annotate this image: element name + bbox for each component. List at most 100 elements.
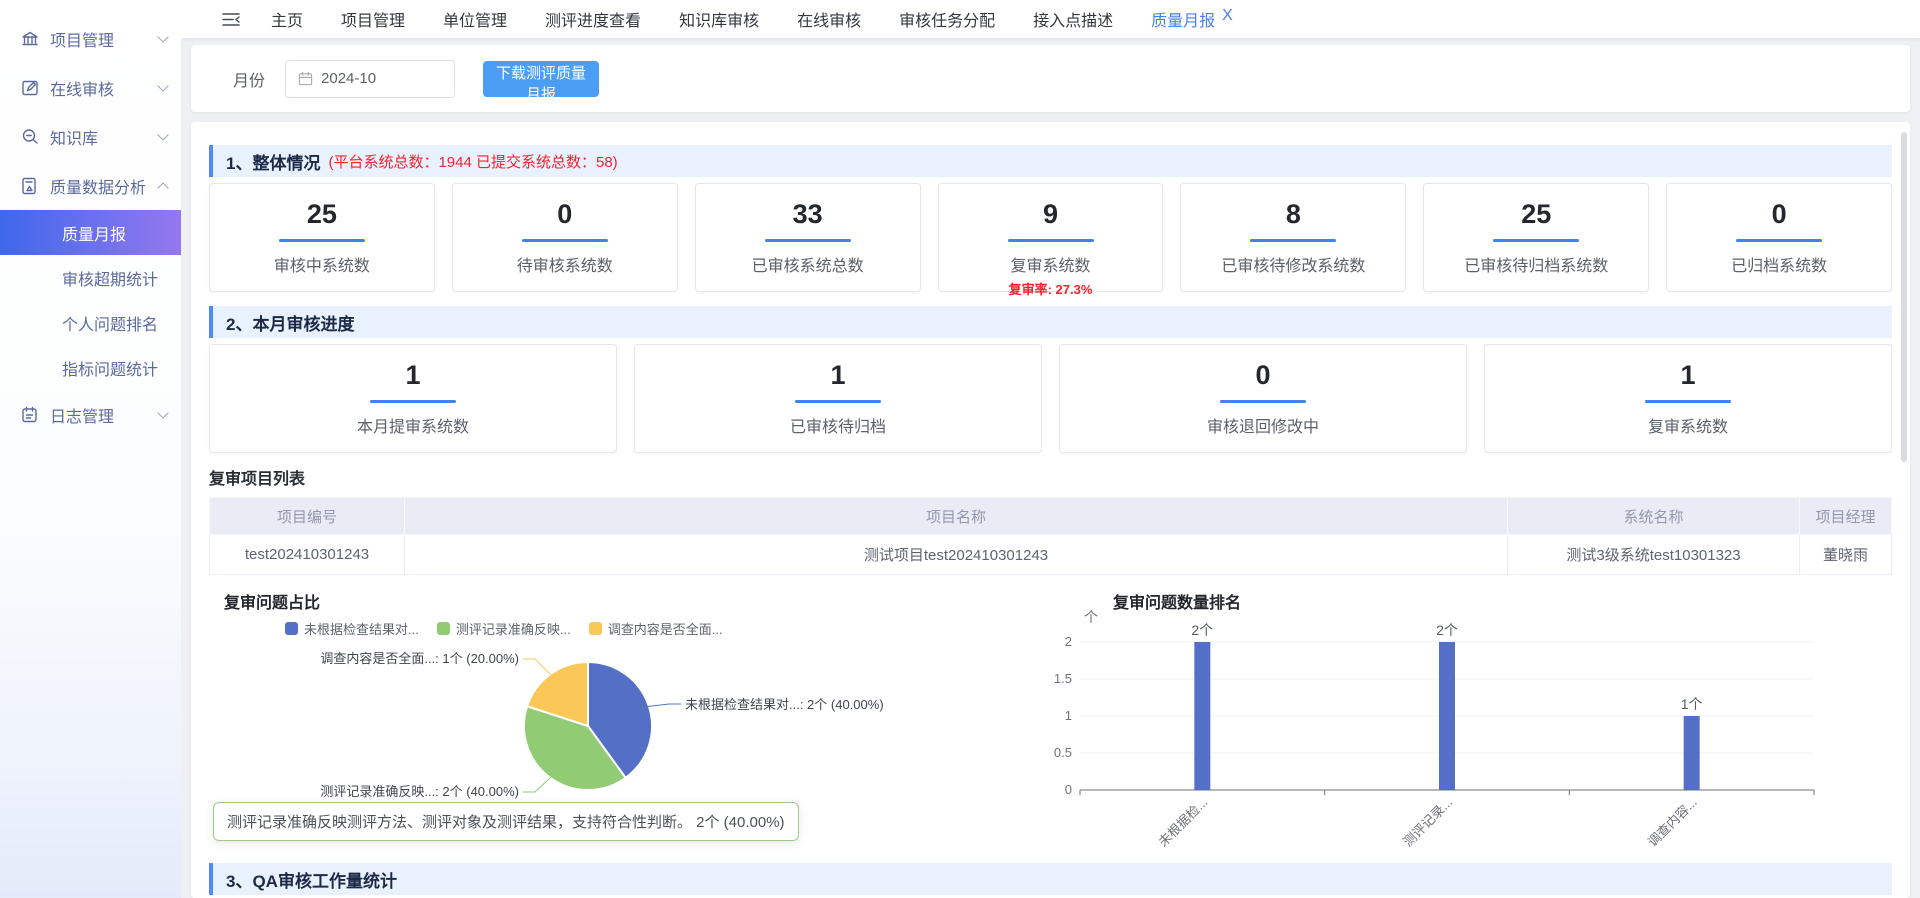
- sidebar-item-knowledge-base[interactable]: 知识库: [0, 112, 181, 161]
- pie-label-line: [523, 777, 551, 792]
- review-table-title: 复审项目列表: [209, 465, 1892, 489]
- chevron-down-icon: [157, 407, 168, 418]
- table-header: 项目经理: [1800, 498, 1892, 535]
- download-report-button[interactable]: 下载测评质量月报: [483, 61, 599, 97]
- main-content: 1、整体情况 (平台系统总数：1944 已提交系统总数：58) 25审核中系统数…: [191, 122, 1910, 898]
- y-tick-label: 0.5: [1054, 745, 1072, 760]
- table-cell: 测试3级系统test10301323: [1508, 535, 1800, 575]
- tab-bar: 主页 项目管理 单位管理 测评进度查看 知识库审核 在线审核 审核任务分配 接入点描述 质量月报…: [271, 7, 1233, 31]
- section-title: 1、整体情况: [226, 149, 320, 174]
- legend-item-2[interactable]: 调查内容是否全面...: [589, 619, 723, 638]
- bar-chart: 00.511.52个2个未根据检...2个测评记录...1个调查内容...: [1039, 589, 1889, 857]
- tab-label: 知识库审核: [679, 7, 759, 31]
- sidebar-item-personal-issue-ranking[interactable]: 个人问题排名: [0, 300, 181, 345]
- legend-swatch: [285, 622, 298, 635]
- tab-online-review[interactable]: 在线审核: [797, 7, 861, 31]
- pie-label: 未根据检查结果对...: 2个 (40.00%): [685, 697, 884, 712]
- month-stat-card-2: 0审核退回修改中: [1059, 344, 1467, 453]
- y-tick-label: 2: [1065, 634, 1072, 649]
- overall-stat-card-2: 33已审核系统总数: [695, 183, 921, 292]
- month-stat-card-3: 1复审系统数: [1484, 344, 1892, 453]
- sidebar-item-indicator-issue-stats[interactable]: 指标问题统计: [0, 345, 181, 390]
- overall-stat-card-0: 25审核中系统数: [209, 183, 435, 292]
- chevron-down-icon: [157, 80, 168, 91]
- tab-access-point[interactable]: 接入点描述: [1033, 7, 1113, 31]
- tab-knowledge-review[interactable]: 知识库审核: [679, 7, 759, 31]
- sidebar-item-quality-data-analysis[interactable]: 质量数据分析: [0, 161, 181, 210]
- table-header: 项目名称: [405, 498, 1508, 535]
- tab-unit-management[interactable]: 单位管理: [443, 7, 507, 31]
- legend-item-0[interactable]: 未根据检查结果对...: [285, 619, 419, 638]
- pie-label-line: [523, 659, 551, 675]
- legend-label: 调查内容是否全面...: [608, 619, 723, 638]
- tab-label: 单位管理: [443, 7, 507, 31]
- tab-home[interactable]: 主页: [271, 7, 303, 31]
- chevron-down-icon: [157, 31, 168, 42]
- overall-stat-card-1: 0待审核系统数: [452, 183, 678, 292]
- pie-label: 调查内容是否全面...: 1个 (20.00%): [320, 651, 519, 666]
- calendar-icon: [298, 71, 313, 86]
- section-header-month-progress: 2、本月审核进度: [209, 306, 1892, 338]
- tab-label: 测评进度查看: [545, 7, 641, 31]
- tab-project-management[interactable]: 项目管理: [341, 7, 405, 31]
- table-row: test202410301243测试项目test202410301243测试3级…: [210, 535, 1892, 575]
- month-value: 2024-10: [321, 70, 376, 87]
- collapse-menu-icon[interactable]: [221, 11, 241, 28]
- bar-0[interactable]: [1194, 642, 1210, 790]
- log-icon: [20, 405, 40, 425]
- tab-label: 在线审核: [797, 7, 861, 31]
- legend-item-1[interactable]: 测评记录准确反映...: [437, 619, 571, 638]
- table-cell: test202410301243: [210, 535, 405, 575]
- scrollbar[interactable]: [1901, 132, 1907, 462]
- tab-progress-view[interactable]: 测评进度查看: [545, 7, 641, 31]
- overall-stat-card-6: 0已归档系统数: [1666, 183, 1892, 292]
- charts-row: 复审问题占比 未根据检查结果对... 测评记录准确反映... 调查内容是否全面...…: [209, 589, 1892, 857]
- overall-stat-card-3: 9复审系统数复审率: 27.3%: [938, 183, 1164, 292]
- filter-card: 月份 2024-10 下载测评质量月报: [191, 45, 1910, 112]
- pie-label: 测评记录准确反映...: 2个 (40.00%): [320, 784, 519, 799]
- bar-value-label: 1个: [1681, 696, 1703, 712]
- overall-stat-card-5: 25已审核待归档系统数: [1423, 183, 1649, 292]
- sidebar-menu: 项目管理在线审核知识库质量数据分析质量月报审核超期统计个人问题排名指标问题统计日…: [0, 0, 181, 439]
- month-stat-card-0: 1本月提审系统数: [209, 344, 617, 453]
- bar-2[interactable]: [1684, 716, 1700, 790]
- pie-chart-title: 复审问题占比: [224, 589, 1041, 613]
- x-category-label: 调查内容...: [1645, 795, 1700, 850]
- tab-label: 主页: [271, 7, 303, 31]
- bar-1[interactable]: [1439, 642, 1455, 790]
- legend-swatch: [589, 622, 602, 635]
- tab-label: 项目管理: [341, 7, 405, 31]
- section-subtitle: (平台系统总数：1944 已提交系统总数：58): [328, 151, 617, 172]
- review-project-table: 项目编号项目名称系统名称项目经理test202410301243测试项目test…: [209, 497, 1892, 575]
- section-header-overall: 1、整体情况 (平台系统总数：1944 已提交系统总数：58): [209, 145, 1892, 177]
- sidebar-item-quality-monthly-report[interactable]: 质量月报: [0, 210, 181, 255]
- sidebar-item-review-overdue-stats[interactable]: 审核超期统计: [0, 255, 181, 300]
- tab-label: 审核任务分配: [899, 7, 995, 31]
- tab-label: 接入点描述: [1033, 7, 1113, 31]
- bar-chart-title: 复审问题数量排名: [1113, 589, 1892, 613]
- sidebar-item-log-management[interactable]: 日志管理: [0, 390, 181, 439]
- month-input[interactable]: 2024-10: [285, 60, 455, 98]
- section-title: 2、本月审核进度: [226, 310, 354, 335]
- section-header-qa-workload: 3、QA审核工作量统计: [209, 863, 1892, 895]
- pie-label-line: [648, 704, 681, 707]
- table-cell: 测试项目test202410301243: [405, 535, 1508, 575]
- sidebar-item-project-management[interactable]: 项目管理: [0, 14, 181, 63]
- pie-chart-panel: 复审问题占比 未根据检查结果对... 测评记录准确反映... 调查内容是否全面...…: [211, 589, 1041, 857]
- x-category-label: 测评记录...: [1400, 795, 1455, 850]
- tab-task-assignment[interactable]: 审核任务分配: [899, 7, 995, 31]
- tab-quality-monthly[interactable]: 质量月报X: [1151, 7, 1233, 31]
- month-stats-row: 1本月提审系统数1已审核待归档0审核退回修改中1复审系统数: [209, 344, 1892, 453]
- search-icon: [20, 127, 40, 147]
- sidebar-item-online-review[interactable]: 在线审核: [0, 63, 181, 112]
- y-tick-label: 0: [1065, 782, 1072, 797]
- overall-stats-row: 25审核中系统数0待审核系统数33已审核系统总数9复审系统数复审率: 27.3%…: [209, 183, 1892, 292]
- table-cell: 董晓雨: [1800, 535, 1892, 575]
- table-header: 项目编号: [210, 498, 405, 535]
- chevron-down-icon: [157, 129, 168, 140]
- bar-chart-panel: 复审问题数量排名 00.511.52个2个未根据检...2个测评记录...1个调…: [1039, 589, 1892, 857]
- close-icon[interactable]: X: [1222, 7, 1233, 31]
- legend-label: 未根据检查结果对...: [304, 619, 419, 638]
- y-axis-name: 个: [1084, 609, 1098, 625]
- chart-tooltip: 测评记录准确反映测评方法、测评对象及测评结果，支持符合性判断。 2个 (40.0…: [213, 802, 799, 841]
